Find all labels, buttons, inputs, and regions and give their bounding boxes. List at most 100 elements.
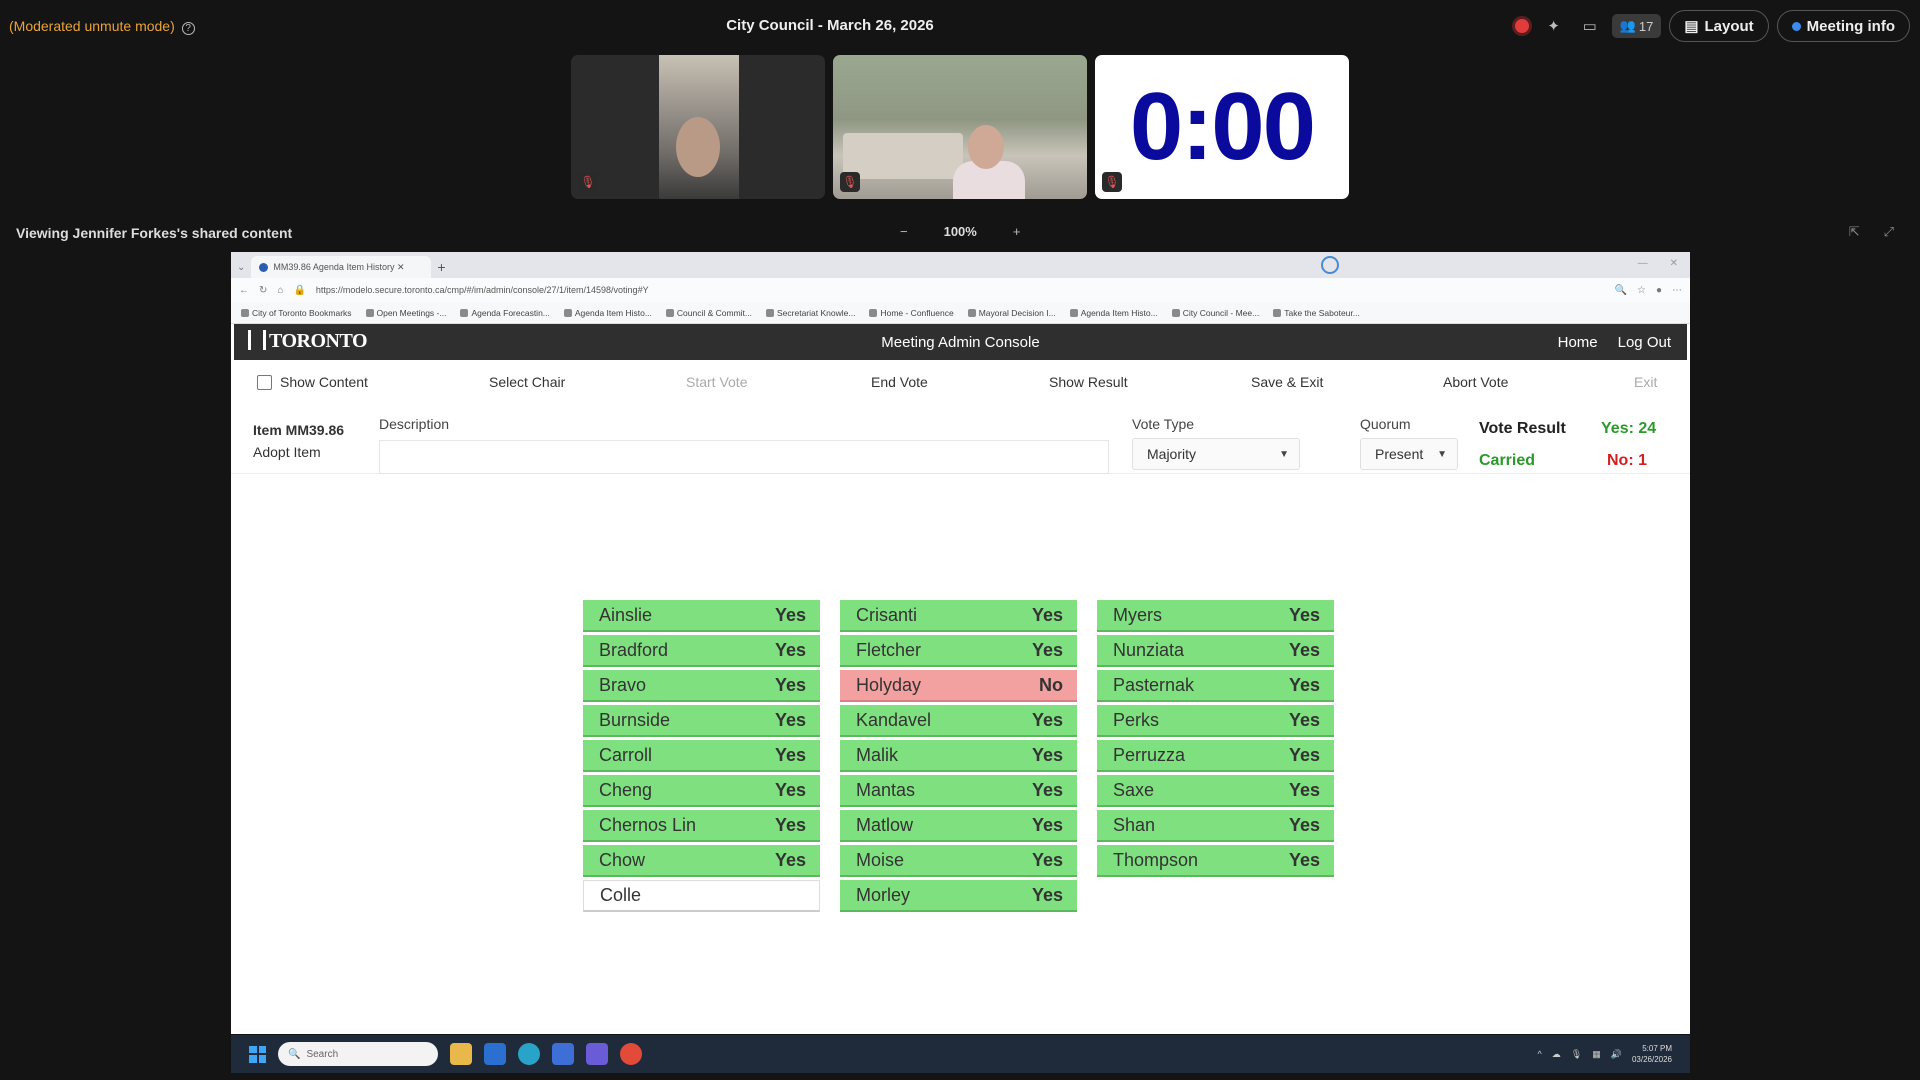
councillor-vote-row[interactable]: Moise Yes — [840, 845, 1077, 877]
bookmark-item[interactable]: Agenda Item Histo... — [563, 308, 652, 318]
bookmark-icon — [967, 308, 976, 317]
select-chair-button[interactable]: Select Chair — [489, 374, 565, 390]
pop-out-icon[interactable]: ⇱ — [1849, 224, 1860, 240]
councillor-vote-row[interactable]: Crisanti Yes — [840, 600, 1077, 632]
recording-icon[interactable] — [1511, 16, 1532, 36]
compass-icon[interactable]: ✦ — [1540, 12, 1568, 40]
network-icon[interactable]: ▦ — [1592, 1049, 1601, 1060]
exit-button[interactable]: Exit — [1634, 374, 1657, 390]
councillor-vote-row[interactable]: Bravo Yes — [583, 670, 820, 702]
zoom-icon[interactable]: 🔍 — [1615, 285, 1627, 296]
councillor-vote-row[interactable]: Matlow Yes — [840, 810, 1077, 842]
bookmark-item[interactable]: Agenda Forecastin... — [460, 307, 550, 318]
new-tab-icon[interactable]: + — [437, 259, 445, 275]
councillor-vote-row[interactable]: Ainslie Yes — [583, 600, 820, 632]
councillor-vote-row[interactable]: Carroll Yes — [583, 740, 820, 772]
bookmark-label: Agenda Forecastin... — [471, 307, 550, 318]
video-tile-participant-1[interactable]: 🎙 — [571, 55, 825, 199]
bookmark-item[interactable]: Home - Confluence — [869, 308, 954, 318]
councillor-vote-row[interactable]: Saxe Yes — [1097, 775, 1334, 807]
url-field[interactable]: https://modelo.secure.toronto.ca/cmp/#/i… — [316, 285, 1605, 295]
profile-avatar-icon[interactable]: ● — [1656, 285, 1662, 296]
nav-logout-link[interactable]: Log Out — [1618, 334, 1671, 351]
councillor-vote-row[interactable]: Perks Yes — [1097, 705, 1334, 737]
councillor-vote-row[interactable]: Colle — [583, 880, 820, 912]
bookmark-item[interactable]: Take the Saboteur... — [1273, 308, 1360, 318]
taskbar-search[interactable]: 🔍 Search — [278, 1042, 438, 1066]
councillor-vote-row[interactable]: Mantas Yes — [840, 775, 1077, 807]
councillor-vote-row[interactable]: Pasternak Yes — [1097, 670, 1334, 702]
start-vote-button[interactable]: Start Vote — [686, 374, 747, 390]
councillor-vote-row[interactable]: Morley Yes — [840, 880, 1077, 912]
favorite-star-icon[interactable]: ☆ — [1637, 285, 1646, 296]
tray-chevron-icon[interactable]: ^ — [1538, 1049, 1542, 1059]
bookmark-item[interactable]: Agenda Item Histo... — [1069, 308, 1158, 318]
end-vote-button[interactable]: End Vote — [871, 374, 928, 390]
quorum-select[interactable]: Present ▼ — [1360, 438, 1458, 470]
councillor-vote-row[interactable]: Holyday No — [840, 670, 1077, 702]
close-window-icon[interactable]: ✕ — [1670, 258, 1678, 269]
councillor-vote: Yes — [1288, 814, 1320, 835]
councillor-vote-row[interactable]: Chow Yes — [583, 845, 820, 877]
file-explorer-icon[interactable] — [450, 1043, 472, 1065]
back-icon[interactable]: ← — [239, 285, 249, 296]
fullscreen-icon[interactable]: ⤢ — [1884, 224, 1894, 240]
edge-icon[interactable] — [518, 1043, 540, 1065]
meeting-topbar: (Moderated unmute mode) ? City Council -… — [0, 0, 1920, 52]
councillor-vote: Yes — [1288, 709, 1320, 730]
meeting-info-button[interactable]: Meeting info — [1776, 10, 1910, 42]
bookmark-item[interactable]: Secretariat Knowle... — [766, 308, 855, 318]
captions-icon[interactable]: ▭ — [1576, 12, 1604, 40]
bookmark-item[interactable]: City Council - Mee... — [1171, 308, 1259, 318]
councillor-vote-row[interactable]: Perruzza Yes — [1097, 740, 1334, 772]
windows-start-icon[interactable] — [249, 1045, 266, 1063]
tab-list-chevron-icon[interactable]: ⌄ — [237, 262, 245, 273]
more-menu-icon[interactable]: ⋯ — [1672, 285, 1682, 296]
bookmark-icon — [241, 308, 249, 317]
vote-type-select[interactable]: Majority ▼ — [1132, 438, 1300, 470]
abort-vote-button[interactable]: Abort Vote — [1443, 374, 1508, 390]
show-content-checkbox[interactable] — [257, 375, 272, 390]
refresh-icon[interactable]: ↻ — [259, 285, 267, 296]
councillor-name: Ainslie — [599, 604, 653, 625]
layout-button[interactable]: ▤ Layout — [1669, 10, 1769, 42]
councillor-vote-row[interactable]: Chernos Lin Yes — [583, 810, 820, 842]
bookmark-item[interactable]: Mayoral Decision I... — [967, 307, 1056, 318]
minimize-icon[interactable]: — — [1638, 258, 1648, 269]
mic-icon[interactable]: 🎙 — [1571, 1049, 1582, 1060]
show-content-toggle[interactable]: Show Content — [257, 374, 368, 390]
webex-icon[interactable] — [552, 1043, 574, 1065]
participants-button[interactable]: 👥 17 — [1611, 14, 1662, 38]
onedrive-icon[interactable]: ☁ — [1552, 1049, 1561, 1060]
nav-home-link[interactable]: Home — [1558, 334, 1598, 351]
zoom-in-button[interactable]: + — [1013, 224, 1021, 239]
outlook-icon[interactable] — [484, 1043, 506, 1065]
description-field[interactable] — [379, 440, 1109, 474]
save-exit-button[interactable]: Save & Exit — [1251, 374, 1323, 390]
home-icon[interactable]: ⌂ — [277, 285, 283, 296]
bookmark-item[interactable]: City of Toronto Bookmarks — [241, 308, 352, 318]
zoom-out-button[interactable]: − — [900, 224, 908, 239]
councillor-vote-row[interactable]: Malik Yes — [840, 740, 1077, 772]
councillor-vote-row[interactable]: Thompson Yes — [1097, 845, 1334, 877]
councillor-name: Burnside — [599, 709, 671, 730]
system-clock[interactable]: 5:07 PM 03/26/2026 — [1632, 1043, 1672, 1065]
bookmark-label: Mayoral Decision I... — [978, 307, 1056, 318]
bookmark-item[interactable]: Council & Commit... — [665, 308, 752, 318]
councillor-vote-row[interactable]: Bradford Yes — [583, 635, 820, 667]
teams-icon[interactable] — [586, 1043, 608, 1065]
chrome-icon[interactable] — [620, 1043, 642, 1065]
councillor-vote-row[interactable]: Cheng Yes — [583, 775, 820, 807]
councillor-vote-row[interactable]: Kandavel Yes — [840, 705, 1077, 737]
video-tile-participant-2[interactable]: 🎙 — [833, 55, 1087, 199]
show-result-button[interactable]: Show Result — [1049, 374, 1128, 390]
councillor-vote-row[interactable]: Fletcher Yes — [840, 635, 1077, 667]
councillor-vote-row[interactable]: Nunziata Yes — [1097, 635, 1334, 667]
bookmark-item[interactable]: Open Meetings -... — [365, 308, 446, 318]
volume-icon[interactable]: 🔊 — [1611, 1049, 1622, 1060]
video-tile-timer[interactable]: 0:00 🎙 — [1095, 55, 1349, 199]
councillor-vote-row[interactable]: Myers Yes — [1097, 600, 1334, 632]
councillor-vote-row[interactable]: Burnside Yes — [583, 705, 820, 737]
councillor-vote-row[interactable]: Shan Yes — [1097, 810, 1334, 842]
browser-tab-active[interactable]: MM39.86 Agenda Item History ✕ — [251, 256, 432, 278]
